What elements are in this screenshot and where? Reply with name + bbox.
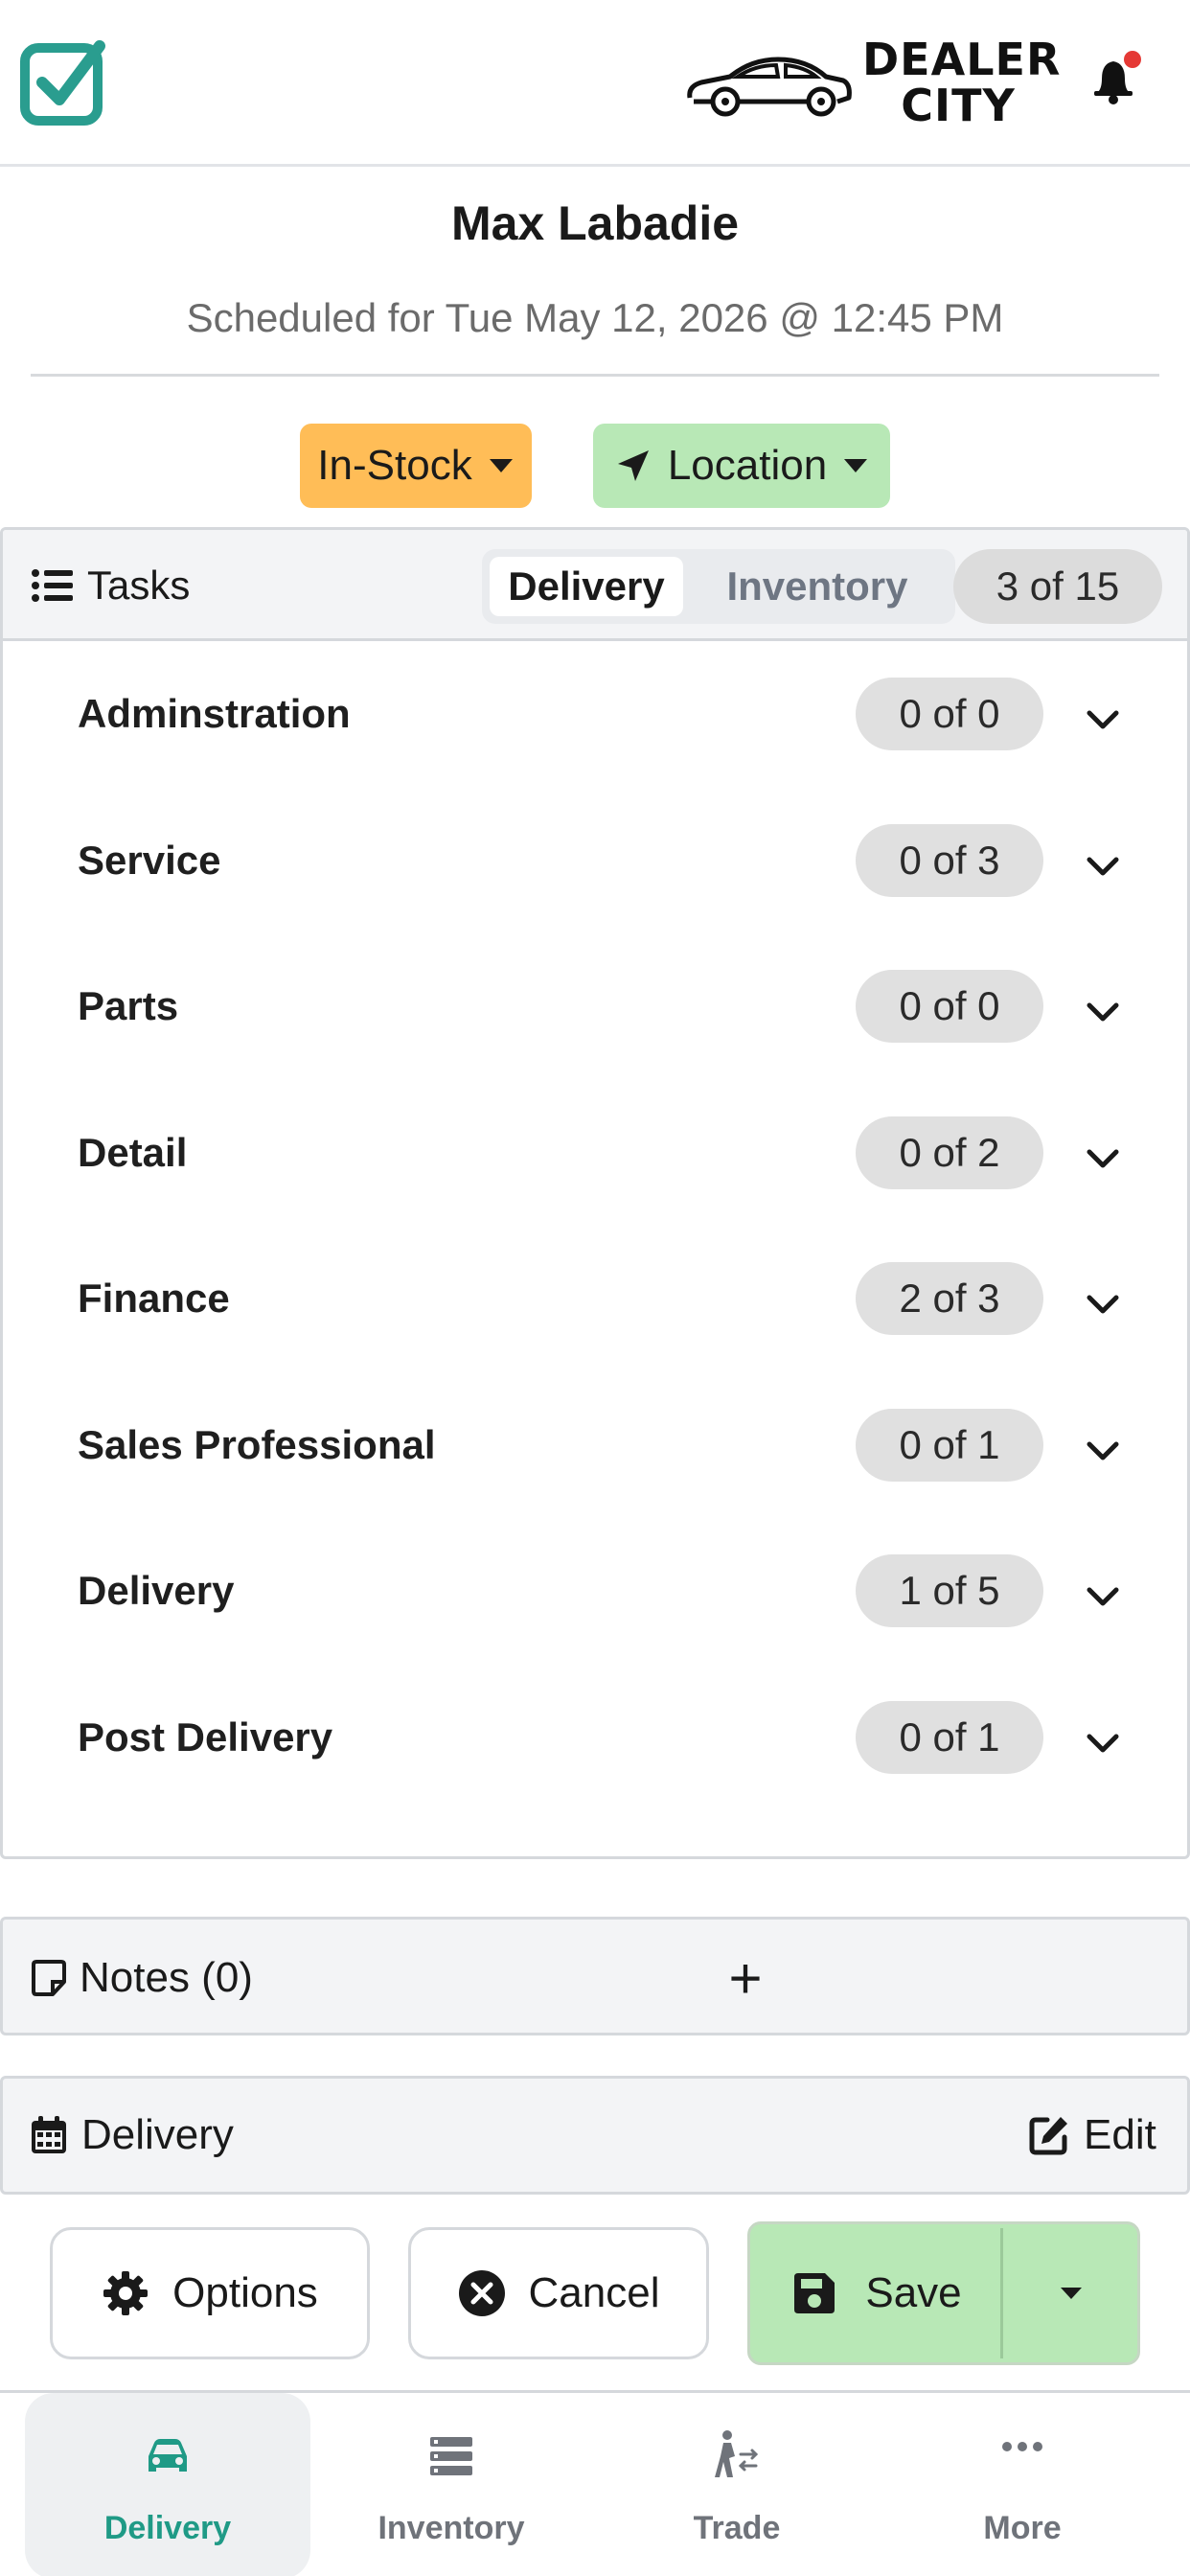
task-row[interactable]: Parts 0 of 0	[3, 933, 1187, 1079]
trade-icon	[715, 2430, 759, 2477]
chevron-down-icon[interactable]	[1084, 1729, 1122, 1758]
location-dropdown[interactable]: Location	[593, 424, 890, 508]
tab-inventory[interactable]: Inventory	[702, 557, 932, 616]
edit-icon	[1029, 2117, 1067, 2155]
tab-delivery[interactable]: Delivery	[490, 557, 683, 616]
caret-down-icon	[844, 459, 868, 472]
delivery-section-title: Delivery	[30, 2111, 234, 2159]
floppy-disk-icon	[794, 2273, 835, 2313]
cancel-button[interactable]: Cancel	[408, 2227, 709, 2359]
tasks-title-label: Tasks	[87, 563, 191, 608]
nav-item-more[interactable]: More	[880, 2393, 1165, 2576]
add-note-button[interactable]: +	[721, 1941, 769, 2017]
save-button-group: Save	[747, 2221, 1140, 2365]
save-label: Save	[865, 2269, 962, 2316]
checkbox-logo-icon[interactable]	[19, 38, 107, 126]
task-count-badge: 0 of 1	[856, 1700, 1043, 1774]
nav-label: More	[983, 2510, 1062, 2546]
task-row[interactable]: Detail 0 of 2	[3, 1080, 1187, 1226]
chevron-down-icon[interactable]	[1084, 705, 1122, 734]
task-label: Post Delivery	[78, 1714, 333, 1760]
nav-item-inventory[interactable]: Inventory	[309, 2393, 594, 2576]
task-label: Finance	[78, 1276, 230, 1321]
task-row[interactable]: Post Delivery 0 of 1	[3, 1665, 1187, 1810]
task-label: Adminstration	[78, 691, 351, 736]
cancel-label: Cancel	[528, 2269, 660, 2316]
task-label: Parts	[78, 983, 179, 1028]
dealer-city-logo: DEALER CITY	[682, 34, 1062, 131]
notes-title: Notes (0)	[30, 1954, 253, 2002]
nav-label: Trade	[693, 2510, 781, 2546]
save-button[interactable]: Save	[754, 2228, 1003, 2358]
options-button[interactable]: Options	[50, 2227, 370, 2359]
location-label: Location	[667, 442, 828, 489]
gear-icon	[103, 2271, 149, 2315]
edit-label: Edit	[1084, 2111, 1156, 2158]
task-label: Detail	[78, 1129, 188, 1175]
options-label: Options	[172, 2269, 318, 2316]
app-header: DEALER CITY	[0, 0, 1190, 167]
divider	[31, 374, 1159, 377]
stock-status-dropdown[interactable]: In-Stock	[300, 424, 532, 508]
chevron-down-icon[interactable]	[1084, 998, 1122, 1026]
caret-down-icon	[489, 459, 513, 472]
sticky-note-icon	[32, 1960, 66, 1996]
nav-item-delivery[interactable]: Delivery	[25, 2393, 310, 2576]
car-logo-icon	[687, 57, 852, 117]
brand-line-2: CITY	[901, 80, 1016, 131]
chevron-down-icon[interactable]	[1084, 1144, 1122, 1173]
chevron-down-icon[interactable]	[1084, 852, 1122, 881]
task-row[interactable]: Delivery 1 of 5	[3, 1518, 1187, 1664]
brand-line-1: DEALER	[862, 34, 1062, 85]
stock-status-label: In-Stock	[317, 442, 472, 489]
tasks-progress-badge: 3 of 15	[953, 549, 1162, 624]
chevron-down-icon[interactable]	[1084, 1290, 1122, 1319]
task-type-segmented-control: Delivery Inventory	[482, 549, 955, 624]
task-count-badge: 0 of 0	[856, 678, 1043, 750]
tasks-header: Tasks Delivery Inventory 3 of 15	[3, 530, 1187, 641]
save-options-dropdown[interactable]	[1007, 2228, 1135, 2358]
tasks-panel: Tasks Delivery Inventory 3 of 15 Adminst…	[0, 527, 1190, 1859]
task-row[interactable]: Adminstration 0 of 0	[3, 641, 1187, 787]
task-label: Sales Professional	[78, 1421, 436, 1467]
task-count-badge: 0 of 0	[856, 970, 1043, 1043]
delivery-section-label: Delivery	[81, 2111, 234, 2158]
more-icon	[1002, 2442, 1042, 2451]
notification-dot	[1124, 51, 1141, 68]
chevron-down-icon[interactable]	[1084, 1437, 1122, 1465]
notes-title-label: Notes (0)	[80, 1954, 253, 2001]
bottom-nav: Delivery Inventory Trade More	[0, 2390, 1190, 2576]
tasks-title: Tasks	[32, 563, 190, 609]
schedule-text: Scheduled for Tue May 12, 2026 @ 12:45 P…	[186, 295, 1004, 340]
task-row[interactable]: Sales Professional 0 of 1	[3, 1372, 1187, 1518]
location-arrow-icon	[617, 450, 649, 481]
edit-delivery-button[interactable]: Edit	[1028, 2111, 1156, 2159]
task-label: Delivery	[78, 1568, 235, 1613]
nav-item-trade[interactable]: Trade	[594, 2393, 880, 2576]
chevron-down-icon[interactable]	[1084, 1582, 1122, 1611]
notification-bell-icon[interactable]	[1085, 50, 1144, 109]
task-row[interactable]: Finance 2 of 3	[3, 1226, 1187, 1371]
task-count-badge: 0 of 3	[856, 823, 1043, 897]
action-bar: Options Cancel Save	[0, 2195, 1190, 2390]
task-count-badge: 2 of 3	[856, 1262, 1043, 1335]
delivery-section: Delivery Edit	[0, 2076, 1190, 2195]
nav-label: Inventory	[378, 2510, 525, 2546]
nav-label: Delivery	[103, 2510, 232, 2546]
list-icon	[430, 2437, 472, 2475]
calendar-icon	[32, 2116, 66, 2153]
list-icon	[32, 569, 73, 602]
notes-panel: Notes (0) +	[0, 1917, 1190, 2036]
task-row[interactable]: Service 0 of 3	[3, 788, 1187, 933]
customer-name: Max Labadie	[450, 196, 740, 250]
task-label: Service	[78, 837, 221, 883]
car-icon	[149, 2439, 187, 2472]
task-count-badge: 0 of 2	[856, 1116, 1043, 1189]
task-count-badge: 0 of 1	[856, 1408, 1043, 1482]
task-count-badge: 1 of 5	[856, 1554, 1043, 1627]
caret-down-icon	[1061, 2288, 1082, 2299]
close-circle-icon	[458, 2270, 505, 2316]
